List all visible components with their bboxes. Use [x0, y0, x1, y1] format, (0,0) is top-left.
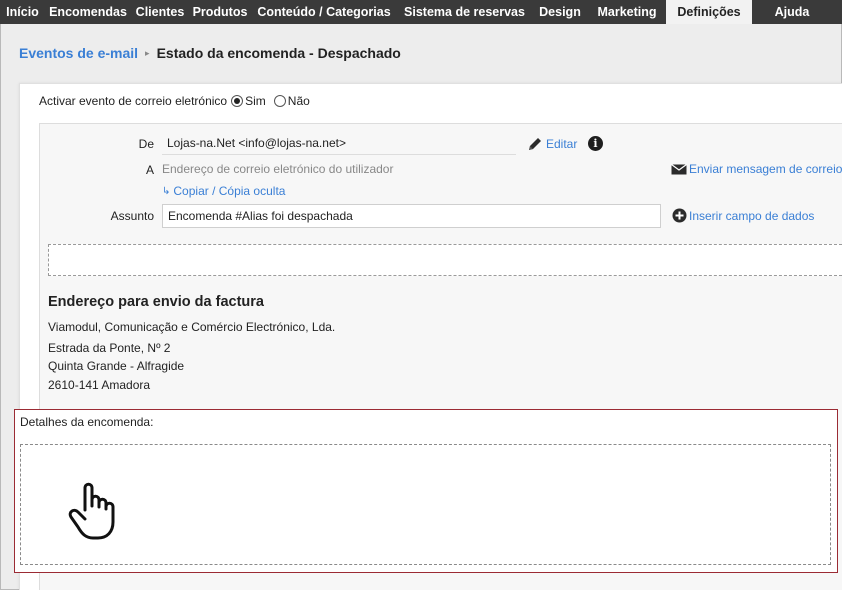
nav-item-8[interactable]: Definições [666, 0, 752, 24]
envelope-icon [671, 163, 687, 174]
nav-item-0[interactable]: Início [0, 0, 45, 24]
edit-label[interactable]: Editar [546, 137, 577, 151]
send-email-link[interactable]: Enviar mensagem de correio [671, 162, 842, 176]
hand-pointer-icon [68, 482, 115, 540]
from-label: De [138, 137, 154, 151]
plus-circle-icon [672, 208, 687, 223]
billing-street: Estrada da Ponte, Nº 2 [48, 341, 171, 355]
nav-item-5[interactable]: Sistema de reservas [397, 0, 532, 24]
to-label: A [145, 163, 154, 177]
send-email-label[interactable]: Enviar mensagem de correio [689, 162, 842, 176]
cc-bcc-link[interactable]: ↳ Copiar / Cópia oculta [162, 184, 285, 198]
activate-no-radio[interactable] [273, 95, 286, 107]
activate-yes-radio[interactable] [231, 95, 244, 107]
activate-event-label: Activar evento de correio eletrónico [39, 94, 228, 108]
page-title: Estado da encomenda - Despachado [156, 45, 401, 61]
order-details-label: Detalhes da encomenda: [20, 415, 154, 429]
nav-item-4[interactable]: Conteúdo / Categorias [251, 0, 397, 24]
billing-postal: 2610-141 Amadora [48, 378, 151, 392]
breadcrumb-email-events-link[interactable]: Eventos de e-mail [19, 45, 138, 61]
info-icon[interactable]: i [588, 136, 603, 151]
activate-event-row: Activar evento de correio eletrónico Sim… [39, 94, 310, 108]
subject-input[interactable] [162, 204, 661, 228]
edit-sender-link[interactable]: Editar [527, 136, 577, 152]
nav-item-7[interactable]: Marketing [588, 0, 666, 24]
subject-label: Assunto [110, 209, 154, 223]
nav-item-1[interactable]: Encomendas [45, 0, 131, 24]
to-field-placeholder[interactable]: Endereço de correio eletrónico do utiliz… [162, 162, 393, 176]
arrow-right-icon: ↳ [162, 185, 171, 197]
email-header-drop-zone[interactable] [48, 244, 842, 276]
activate-yes-label[interactable]: Sim [245, 94, 266, 108]
nav-item-9[interactable]: Ajuda [752, 0, 832, 24]
activate-no-label[interactable]: Não [288, 94, 310, 108]
nav-item-6[interactable]: Design [532, 0, 588, 24]
billing-address-title: Endereço para envio da factura [48, 294, 264, 310]
top-navigation: Início Encomendas Clientes Produtos Conteúdo… [0, 0, 842, 24]
order-details-drop-zone[interactable] [20, 444, 831, 565]
nav-item-2[interactable]: Clientes [131, 0, 189, 24]
insert-data-field-label[interactable]: Inserir campo de dados [689, 209, 814, 223]
cc-bcc-label[interactable]: Copiar / Cópia oculta [173, 184, 285, 198]
breadcrumb: Eventos de e-mail ▸ Estado da encomenda … [19, 45, 401, 61]
billing-company: Viamodul, Comunicação e Comércio Electró… [48, 320, 336, 334]
breadcrumb-separator-icon: ▸ [145, 47, 150, 58]
from-field[interactable]: Lojas-na.Net <info@lojas-na.net> [162, 131, 516, 155]
insert-data-field-link[interactable]: Inserir campo de dados [672, 208, 814, 223]
nav-item-3[interactable]: Produtos [189, 0, 251, 24]
billing-area: Quinta Grande - Alfragide [48, 359, 185, 373]
pencil-icon [529, 138, 541, 150]
